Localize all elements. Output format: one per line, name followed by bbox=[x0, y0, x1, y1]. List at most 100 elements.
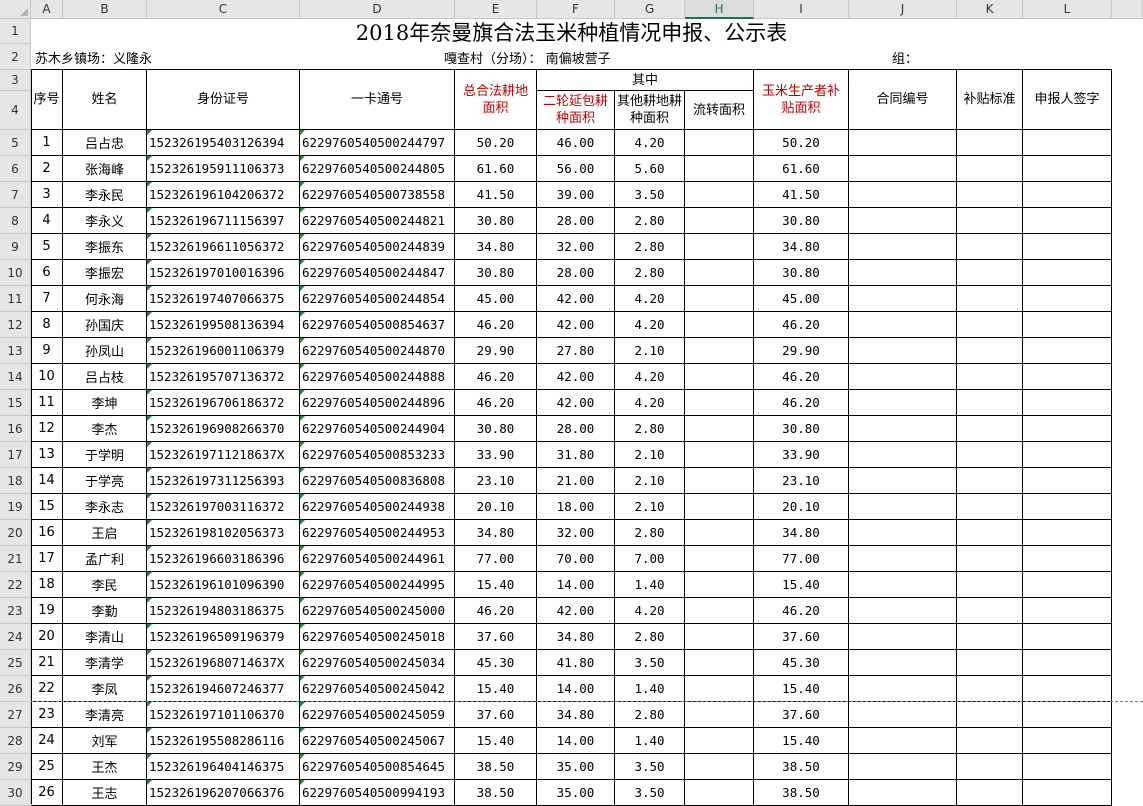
row-header-10[interactable]: 10 bbox=[0, 260, 31, 286]
cell-signature[interactable] bbox=[1023, 442, 1112, 468]
cell-contract-no[interactable] bbox=[849, 702, 957, 728]
cell-total-area[interactable]: 34.80 bbox=[455, 234, 537, 260]
cell-second-round[interactable]: 27.80 bbox=[537, 338, 615, 364]
cell-contract-no[interactable] bbox=[849, 520, 957, 546]
cell-name[interactable]: 李民 bbox=[63, 572, 147, 598]
cell-name[interactable]: 李清学 bbox=[63, 650, 147, 676]
cell-card-number[interactable]: 6229760540500245059 bbox=[300, 702, 455, 728]
cell-second-round[interactable]: 70.00 bbox=[537, 546, 615, 572]
cell-name[interactable]: 吕占忠 bbox=[63, 130, 147, 156]
cell-signature[interactable] bbox=[1023, 494, 1112, 520]
row-header-22[interactable]: 22 bbox=[0, 572, 31, 598]
cell-total-area[interactable]: 23.10 bbox=[455, 468, 537, 494]
cell-other-land[interactable]: 4.20 bbox=[615, 598, 685, 624]
cell-transfer-area[interactable] bbox=[685, 234, 754, 260]
cell-signature[interactable] bbox=[1023, 312, 1112, 338]
cell-seq[interactable]: 4 bbox=[31, 208, 63, 234]
cell-second-round[interactable]: 14.00 bbox=[537, 676, 615, 702]
cell-subsidy-standard[interactable] bbox=[957, 650, 1023, 676]
cell-id-number[interactable]: 152326196711156397 bbox=[147, 208, 300, 234]
cell-subsidy-area[interactable]: 30.80 bbox=[754, 260, 849, 286]
cell-signature[interactable] bbox=[1023, 130, 1112, 156]
cell-seq[interactable]: 5 bbox=[31, 234, 63, 260]
row-header-27[interactable]: 27 bbox=[0, 702, 31, 728]
cell-second-round[interactable]: 46.00 bbox=[537, 130, 615, 156]
cell-card-number[interactable]: 6229760540500244938 bbox=[300, 494, 455, 520]
row-header-16[interactable]: 16 bbox=[0, 416, 31, 442]
cell-other-land[interactable]: 3.50 bbox=[615, 780, 685, 806]
cell-card-number[interactable]: 6229760540500853233 bbox=[300, 442, 455, 468]
cell-transfer-area[interactable] bbox=[685, 182, 754, 208]
cell-total-area[interactable]: 37.60 bbox=[455, 702, 537, 728]
row-header-28[interactable]: 28 bbox=[0, 728, 31, 754]
cell-transfer-area[interactable] bbox=[685, 494, 754, 520]
cell-signature[interactable] bbox=[1023, 572, 1112, 598]
cell-card-number[interactable]: 6229760540500244896 bbox=[300, 390, 455, 416]
cell-subsidy-area[interactable]: 46.20 bbox=[754, 390, 849, 416]
row-header-13[interactable]: 13 bbox=[0, 338, 31, 364]
row-header-12[interactable]: 12 bbox=[0, 312, 31, 338]
column-header-d[interactable]: D bbox=[300, 0, 455, 19]
cell-name[interactable]: 何永海 bbox=[63, 286, 147, 312]
row-header-20[interactable]: 20 bbox=[0, 520, 31, 546]
cell-total-area[interactable]: 38.50 bbox=[455, 754, 537, 780]
header-name[interactable]: 姓名 bbox=[63, 70, 147, 130]
cell-transfer-area[interactable] bbox=[685, 260, 754, 286]
cell-total-area[interactable]: 46.20 bbox=[455, 364, 537, 390]
cell-card-number[interactable]: 6229760540500244839 bbox=[300, 234, 455, 260]
cell-contract-no[interactable] bbox=[849, 416, 957, 442]
cell-signature[interactable] bbox=[1023, 364, 1112, 390]
cell-subsidy-area[interactable]: 45.00 bbox=[754, 286, 849, 312]
cell-signature[interactable] bbox=[1023, 468, 1112, 494]
cell-name[interactable]: 于学明 bbox=[63, 442, 147, 468]
cell-contract-no[interactable] bbox=[849, 494, 957, 520]
cell-transfer-area[interactable] bbox=[685, 130, 754, 156]
row-header-18[interactable]: 18 bbox=[0, 468, 31, 494]
cell-signature[interactable] bbox=[1023, 728, 1112, 754]
cell-contract-no[interactable] bbox=[849, 208, 957, 234]
cell-signature[interactable] bbox=[1023, 754, 1112, 780]
cell-second-round[interactable]: 42.00 bbox=[537, 364, 615, 390]
cell-subsidy-standard[interactable] bbox=[957, 520, 1023, 546]
header-id-number[interactable]: 身份证号 bbox=[147, 70, 300, 130]
cell-id-number[interactable]: 152326196101096390 bbox=[147, 572, 300, 598]
cell-contract-no[interactable] bbox=[849, 728, 957, 754]
column-header-i[interactable]: I bbox=[754, 0, 849, 19]
cell-transfer-area[interactable] bbox=[685, 624, 754, 650]
cell-subsidy-area[interactable]: 30.80 bbox=[754, 208, 849, 234]
cell-other-land[interactable]: 1.40 bbox=[615, 572, 685, 598]
cell-name[interactable]: 王志 bbox=[63, 780, 147, 806]
cell-id-number[interactable]: 152326196001106379 bbox=[147, 338, 300, 364]
cell-signature[interactable] bbox=[1023, 598, 1112, 624]
cell-other-land[interactable]: 4.20 bbox=[615, 364, 685, 390]
cell-subsidy-area[interactable]: 45.30 bbox=[754, 650, 849, 676]
cell-card-number[interactable]: 6229760540500244904 bbox=[300, 416, 455, 442]
cell-total-area[interactable]: 46.20 bbox=[455, 312, 537, 338]
cell-subsidy-area[interactable]: 38.50 bbox=[754, 780, 849, 806]
cell-name[interactable]: 于学亮 bbox=[63, 468, 147, 494]
cell-subsidy-standard[interactable] bbox=[957, 494, 1023, 520]
cell-card-number[interactable]: 6229760540500245018 bbox=[300, 624, 455, 650]
cell-contract-no[interactable] bbox=[849, 754, 957, 780]
cell-id-number[interactable]: 152326197003116372 bbox=[147, 494, 300, 520]
cell-other-land[interactable]: 2.80 bbox=[615, 260, 685, 286]
cell-subsidy-area[interactable]: 41.50 bbox=[754, 182, 849, 208]
cell-transfer-area[interactable] bbox=[685, 468, 754, 494]
cell-name[interactable]: 李坤 bbox=[63, 390, 147, 416]
cell-seq[interactable]: 3 bbox=[31, 182, 63, 208]
cell-seq[interactable]: 11 bbox=[31, 390, 63, 416]
cell-subsidy-standard[interactable] bbox=[957, 754, 1023, 780]
cell-contract-no[interactable] bbox=[849, 598, 957, 624]
cell-seq[interactable]: 18 bbox=[31, 572, 63, 598]
cell-second-round[interactable]: 28.00 bbox=[537, 416, 615, 442]
cell-id-number[interactable]: 152326196509196379 bbox=[147, 624, 300, 650]
cell-subsidy-area[interactable]: 15.40 bbox=[754, 572, 849, 598]
cell-id-number[interactable]: 152326194607246377 bbox=[147, 676, 300, 702]
header-of-which[interactable]: 其中 bbox=[537, 70, 754, 91]
column-header-f[interactable]: F bbox=[537, 0, 615, 19]
cell-contract-no[interactable] bbox=[849, 156, 957, 182]
cell-second-round[interactable]: 56.00 bbox=[537, 156, 615, 182]
row-header-19[interactable]: 19 bbox=[0, 494, 31, 520]
cell-other-land[interactable]: 3.50 bbox=[615, 754, 685, 780]
cell-id-number[interactable]: 152326195707136372 bbox=[147, 364, 300, 390]
